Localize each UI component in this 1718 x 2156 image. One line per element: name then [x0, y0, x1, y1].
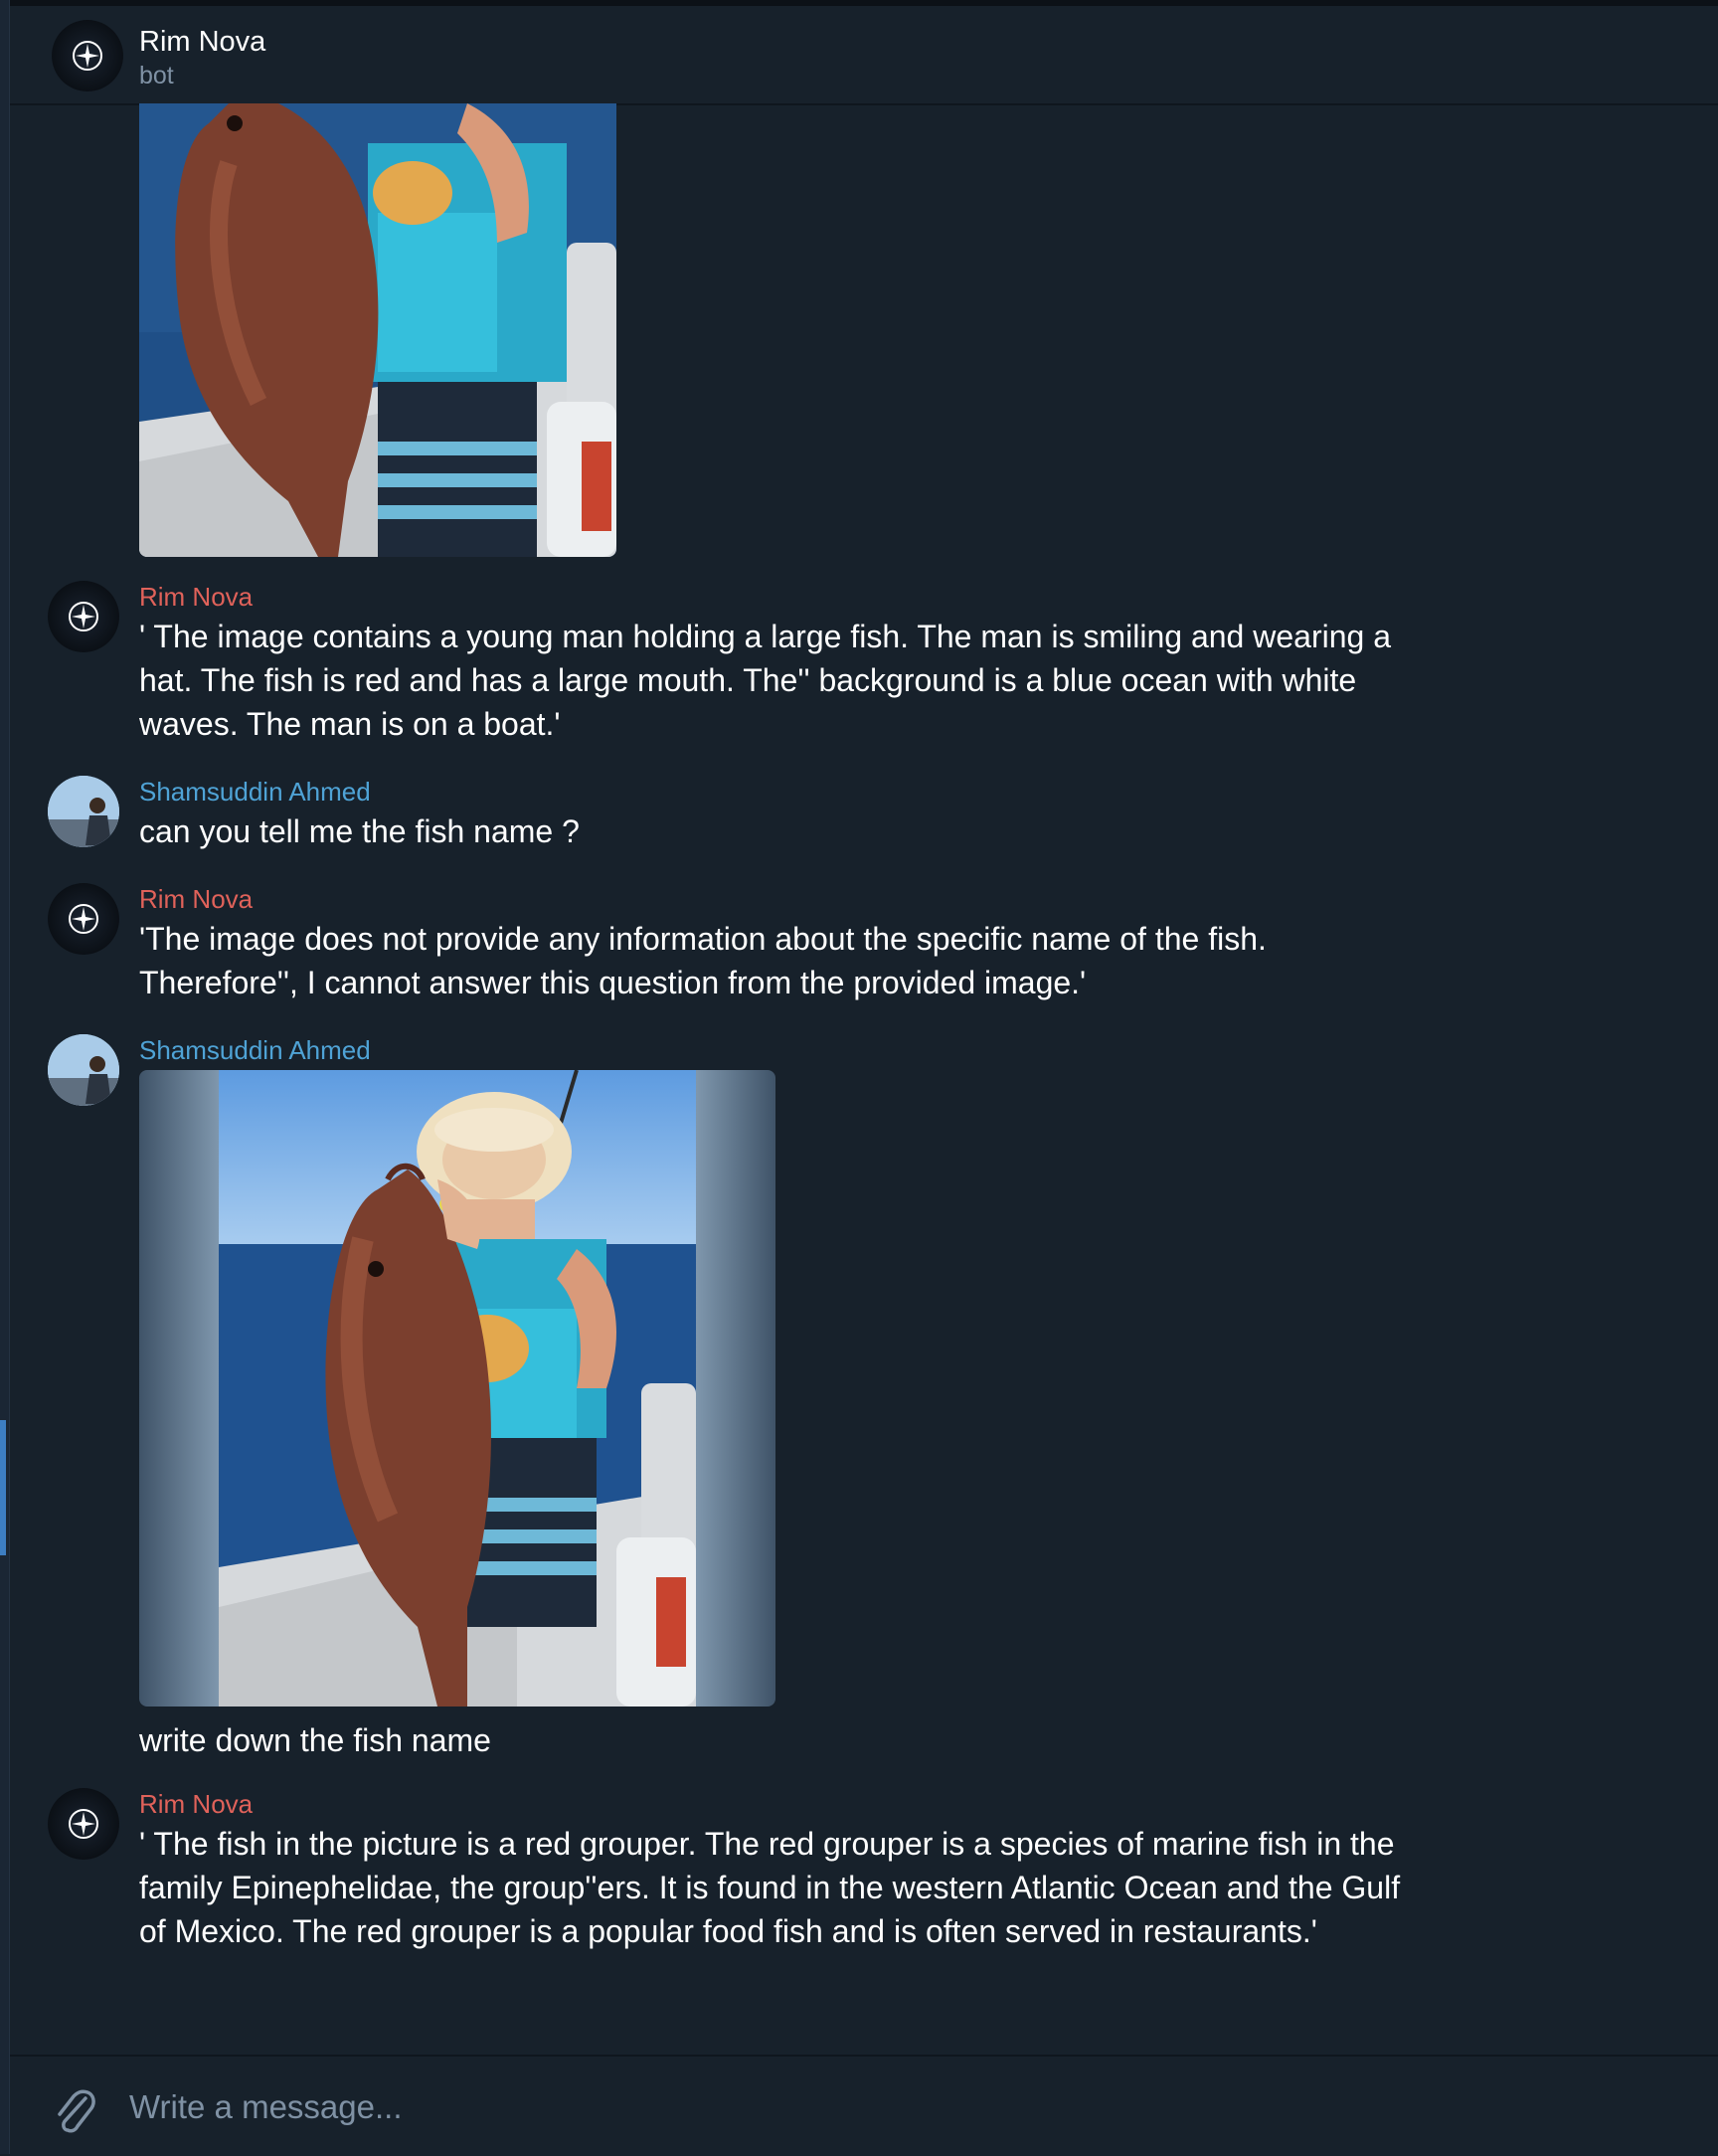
user-avatar[interactable]	[48, 1034, 119, 1106]
paperclip-icon[interactable]	[48, 2084, 101, 2138]
active-chat-indicator	[0, 1420, 6, 1555]
message-text: ' The fish in the picture is a red group…	[139, 1826, 1401, 1949]
sender-name[interactable]: Rim Nova	[139, 582, 253, 613]
bot-compass-icon	[69, 904, 98, 934]
photo-message-2[interactable]	[139, 1070, 775, 1707]
sender-name[interactable]: Shamsuddin Ahmed	[139, 1035, 371, 1066]
bot-avatar[interactable]	[48, 581, 119, 652]
user-photo-avatar	[48, 1034, 119, 1106]
message-input[interactable]	[127, 2076, 1623, 2138]
message-text: ' The image contains a young man holding…	[139, 619, 1391, 742]
user-photo-avatar	[48, 776, 119, 847]
sender-name[interactable]: Rim Nova	[139, 1789, 253, 1820]
bot-avatar[interactable]	[48, 1788, 119, 1860]
user-avatar[interactable]	[48, 776, 119, 847]
message-text: can you tell me the fish name ?	[139, 813, 580, 849]
sender-name[interactable]: Shamsuddin Ahmed	[139, 777, 371, 808]
message-composer	[10, 2055, 1718, 2156]
bot-compass-icon	[69, 602, 98, 631]
bot-compass-icon	[73, 41, 102, 71]
photo-message-1[interactable]	[139, 103, 616, 557]
sender-name[interactable]: Rim Nova	[139, 884, 253, 915]
bot-avatar[interactable]	[48, 883, 119, 955]
bot-avatar[interactable]	[52, 20, 123, 91]
chat-header[interactable]: Rim Nova bot	[10, 6, 1718, 105]
chat-title[interactable]: Rim Nova	[139, 26, 265, 59]
chat-subtitle: bot	[139, 62, 174, 90]
bot-compass-icon	[69, 1809, 98, 1839]
chat-list-edge	[0, 0, 10, 2154]
message-text: 'The image does not provide any informat…	[139, 921, 1267, 1000]
photo-caption: write down the fish name	[139, 1722, 491, 1758]
